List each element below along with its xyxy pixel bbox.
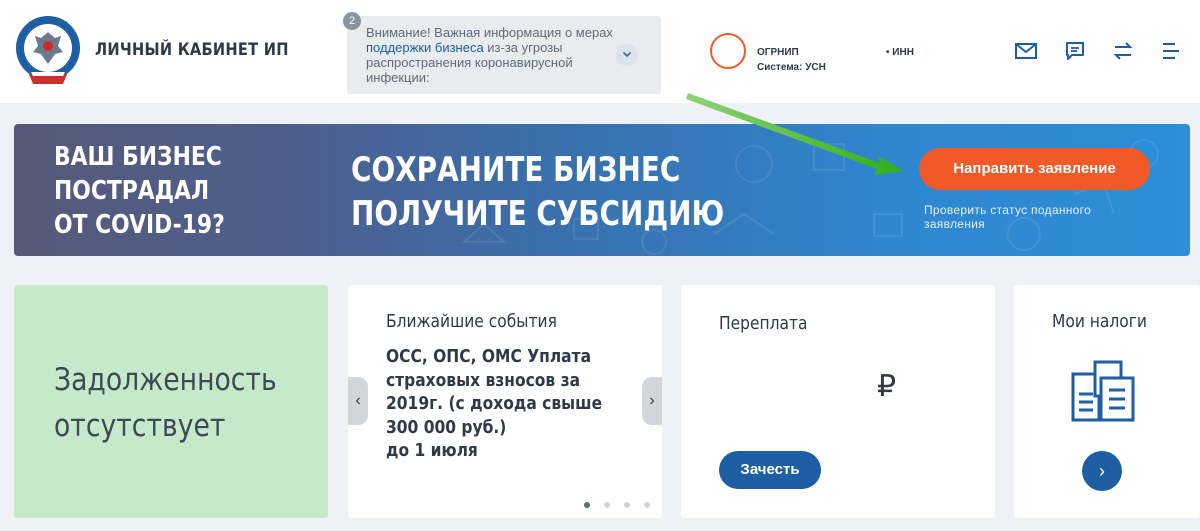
prev-event-button[interactable]: ‹	[348, 377, 368, 425]
tax-documents-icon	[1071, 360, 1135, 422]
carousel-dots	[584, 502, 650, 508]
top-header: ЛИЧНЫЙ КАБИНЕТ ИП 2 Внимание! Важная инф…	[0, 0, 1200, 103]
event-description[interactable]: ОСС, ОПС, ОМС Уплата страховых взносов з…	[386, 345, 602, 463]
mail-icon[interactable]	[1013, 38, 1039, 64]
ogrnip-label: ОГРНИП	[757, 47, 799, 58]
banner-left-line-2: ПОСТРАДАЛ	[54, 176, 210, 206]
chevron-down-icon[interactable]	[616, 44, 638, 66]
my-taxes-title: Мои налоги	[1052, 311, 1147, 332]
subsidy-banner: ВАШ БИЗНЕС ПОСТРАДАЛ ОТ COVID-19? СОХРАН…	[14, 124, 1190, 256]
notice-count-badge: 2	[343, 12, 361, 30]
exchange-icon[interactable]	[1110, 38, 1136, 64]
carousel-dot[interactable]	[604, 502, 610, 508]
banner-headline-line-2: ПОЛУЧИТЕ СУБСИДИЮ	[351, 194, 725, 234]
cabinet-title: ЛИЧНЫЙ КАБИНЕТ ИП	[95, 40, 289, 60]
avatar[interactable]	[710, 33, 746, 69]
next-event-button[interactable]: ›	[642, 377, 662, 425]
event-line-2: страховых взносов за	[386, 369, 581, 391]
submit-application-button[interactable]: Направить заявление	[919, 148, 1150, 190]
overpayment-title: Переплата	[719, 313, 808, 334]
notice-text-before: Внимание! Важная информация о мерах	[366, 25, 613, 40]
debt-status-text: Задолженность отсутствует	[54, 357, 277, 449]
events-title: Ближайшие события	[386, 311, 557, 332]
event-line-5: до 1 июля	[386, 440, 478, 461]
events-card: Ближайшие события ОСС, ОПС, ОМС Уплата с…	[348, 285, 662, 518]
check-status-link[interactable]: Проверить статус поданного заявления	[924, 203, 1144, 231]
corona-notice[interactable]: 2 Внимание! Важная информация о мерах по…	[343, 12, 661, 94]
debt-line-2: отсутствует	[54, 408, 226, 444]
offset-button[interactable]: Зачесть	[719, 451, 821, 489]
fns-emblem-logo[interactable]	[13, 14, 83, 86]
event-line-1: ОСС, ОПС, ОМС Уплата	[386, 346, 592, 367]
inn-label: • ИНН	[886, 47, 914, 58]
menu-icon[interactable]	[1158, 38, 1184, 64]
banner-left-line-3: ОТ COVID-19?	[54, 210, 225, 240]
carousel-dot[interactable]	[584, 502, 590, 508]
business-support-link[interactable]: поддержки бизнеса	[366, 40, 484, 55]
banner-covid-question: ВАШ БИЗНЕС ПОСТРАДАЛ ОТ COVID-19?	[54, 140, 225, 242]
overpayment-card: Переплата ₽ Зачесть	[681, 285, 995, 518]
notice-text: Внимание! Важная информация о мерах подд…	[366, 25, 626, 85]
tax-regime-label: Система: УСН	[757, 62, 826, 73]
carousel-dot[interactable]	[644, 502, 650, 508]
debt-card[interactable]: Задолженность отсутствует	[14, 285, 328, 518]
carousel-dot[interactable]	[624, 502, 630, 508]
ruble-icon: ₽	[877, 370, 897, 403]
event-line-3: 2019г. (с дохода свыше	[386, 393, 603, 414]
chevron-right-icon[interactable]: ›	[1082, 451, 1122, 491]
banner-headline-line-1: СОХРАНИТЕ БИЗНЕС	[351, 150, 681, 190]
banner-left-line-1: ВАШ БИЗНЕС	[54, 142, 222, 172]
my-taxes-card[interactable]: Мои налоги ›	[1014, 285, 1200, 518]
debt-line-1: Задолженность	[54, 362, 277, 398]
event-line-4: 300 000 руб.)	[386, 416, 507, 438]
chat-icon[interactable]	[1062, 38, 1088, 64]
banner-headline: СОХРАНИТЕ БИЗНЕС ПОЛУЧИТЕ СУБСИДИЮ	[351, 148, 724, 236]
